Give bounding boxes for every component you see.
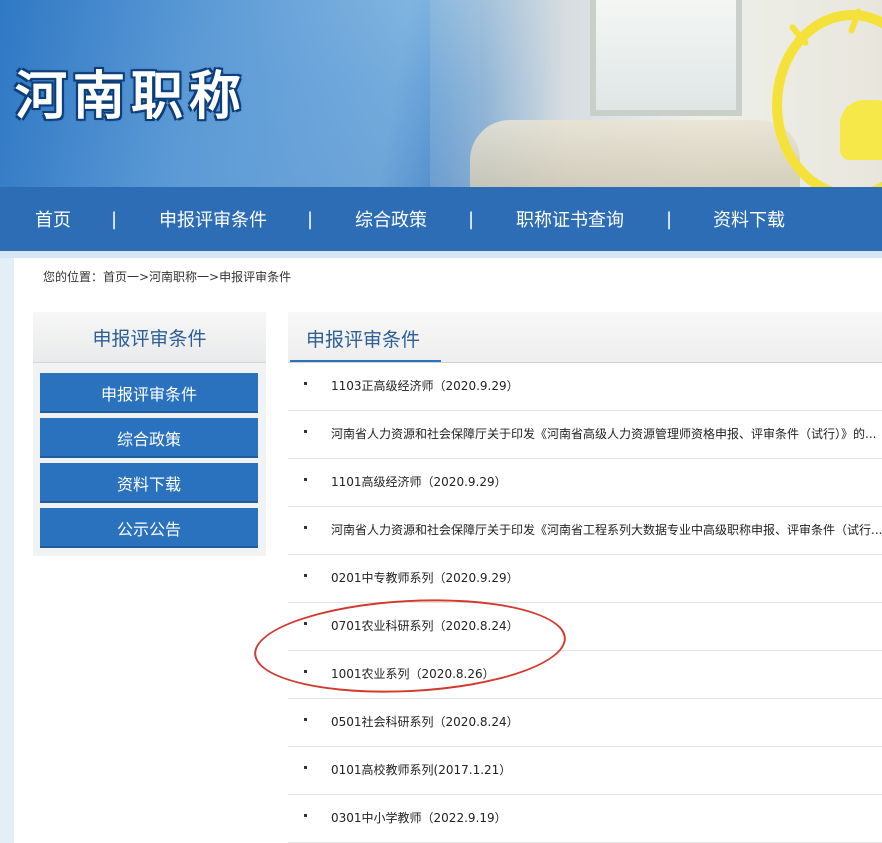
nav-certificate-query[interactable]: 职称证书查询 xyxy=(516,206,624,232)
lightbulb-hand-graphic xyxy=(840,100,882,160)
banner-window xyxy=(590,0,742,116)
header-banner: 河南职称 xyxy=(0,0,882,187)
list-item-link[interactable]: 1103正高级经济师（2020.9.29） xyxy=(331,377,519,394)
content-title-underline xyxy=(290,360,441,362)
content-title: 申报评审条件 xyxy=(306,329,421,351)
bullet-icon xyxy=(304,478,307,481)
list-item: 河南省人力资源和社会保障厅关于印发《河南省工程系列大数据专业中高级职称申报、评审… xyxy=(288,507,882,555)
nav-separator: | xyxy=(307,208,314,230)
bullet-icon xyxy=(304,430,307,433)
list-item-link[interactable]: 0501社会科研系列（2020.8.24） xyxy=(331,713,519,730)
list-item-link[interactable]: 河南省人力资源和社会保障厅关于印发《河南省高级人力资源管理师资格申报、评审条件（… xyxy=(331,425,876,442)
nav-home[interactable]: 首页 xyxy=(35,206,71,232)
list-item: 0301中小学教师（2022.9.19） xyxy=(288,795,882,843)
list-item: 1101高级经济师（2020.9.29） xyxy=(288,459,882,507)
nav-separator: | xyxy=(468,208,475,230)
list-item-link[interactable]: 河南省人力资源和社会保障厅关于印发《河南省工程系列大数据专业中高级职称申报、评审… xyxy=(331,521,882,538)
nav-separator: | xyxy=(111,208,118,230)
bullet-icon xyxy=(304,718,307,721)
list-item: 1103正高级经济师（2020.9.29） xyxy=(288,363,882,411)
sidebar-item-policy[interactable]: 综合政策 xyxy=(40,418,258,458)
sidebar-title: 申报评审条件 xyxy=(33,312,266,363)
nav-separator: | xyxy=(666,208,673,230)
bullet-icon xyxy=(304,382,307,385)
list-item-link[interactable]: 1101高级经济师（2020.9.29） xyxy=(331,473,507,490)
banner-desk xyxy=(470,120,800,187)
nav-divider xyxy=(0,251,882,258)
main-nav: 首页 | 申报评审条件 | 综合政策 | 职称证书查询 | 资料下载 xyxy=(0,187,882,251)
bullet-icon xyxy=(304,574,307,577)
bullet-icon xyxy=(304,526,307,529)
nav-policy[interactable]: 综合政策 xyxy=(355,206,427,232)
nav-conditions[interactable]: 申报评审条件 xyxy=(159,206,267,232)
bullet-icon xyxy=(304,766,307,769)
sidebar-item-announcements[interactable]: 公示公告 xyxy=(40,508,258,548)
site-title: 河南职称 xyxy=(15,67,248,127)
list-item-link[interactable]: 0201中专教师系列（2020.9.29） xyxy=(331,569,519,586)
sidebar-item-conditions[interactable]: 申报评审条件 xyxy=(40,373,258,413)
bullet-icon xyxy=(304,814,307,817)
list-item-link[interactable]: 0301中小学教师（2022.9.19） xyxy=(331,809,507,826)
list-item: 0501社会科研系列（2020.8.24） xyxy=(288,699,882,747)
list-item: 0101高校教师系列(2017.1.21） xyxy=(288,747,882,795)
list-item: 0201中专教师系列（2020.9.29） xyxy=(288,555,882,603)
sidebar-item-downloads[interactable]: 资料下载 xyxy=(40,463,258,503)
list-item: 河南省人力资源和社会保障厅关于印发《河南省高级人力资源管理师资格申报、评审条件（… xyxy=(288,411,882,459)
nav-downloads[interactable]: 资料下载 xyxy=(713,206,785,232)
breadcrumb: 您的位置：首页一>河南职称一>申报评审条件 xyxy=(43,270,292,284)
list-item-link[interactable]: 0101高校教师系列(2017.1.21） xyxy=(331,761,511,778)
